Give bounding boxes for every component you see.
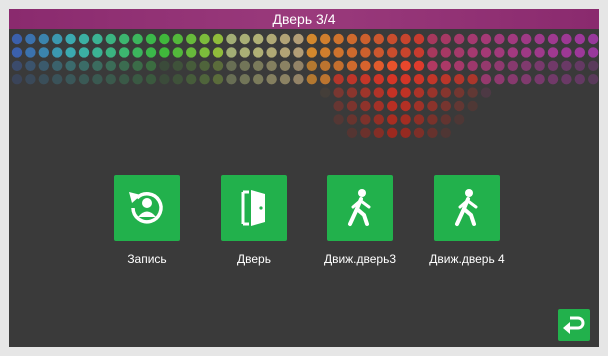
- record-button[interactable]: Запись: [99, 175, 195, 271]
- motion-door4-label: Движ.дверь 4: [429, 252, 505, 266]
- door-label: Дверь: [237, 252, 271, 266]
- motion-door4-button[interactable]: Движ.дверь 4: [419, 175, 515, 271]
- wallpaper-dot-grid: [11, 33, 599, 138]
- page-title: Дверь 3/4: [272, 11, 336, 27]
- door-icon: [221, 175, 287, 241]
- title-bar: Дверь 3/4: [9, 9, 599, 29]
- screen: Дверь 3/4 Запись Дверь Движ.дверь3 Движ.…: [9, 9, 599, 347]
- back-button[interactable]: [558, 309, 590, 341]
- walking-person-icon: [434, 175, 500, 241]
- walking-person-icon: [327, 175, 393, 241]
- record-label: Запись: [127, 252, 167, 266]
- door-button[interactable]: Дверь: [206, 175, 302, 271]
- motion-door3-button[interactable]: Движ.дверь3: [312, 175, 408, 271]
- record-user-icon: [114, 175, 180, 241]
- return-arrow-icon: [563, 316, 585, 334]
- motion-door3-label: Движ.дверь3: [323, 252, 397, 266]
